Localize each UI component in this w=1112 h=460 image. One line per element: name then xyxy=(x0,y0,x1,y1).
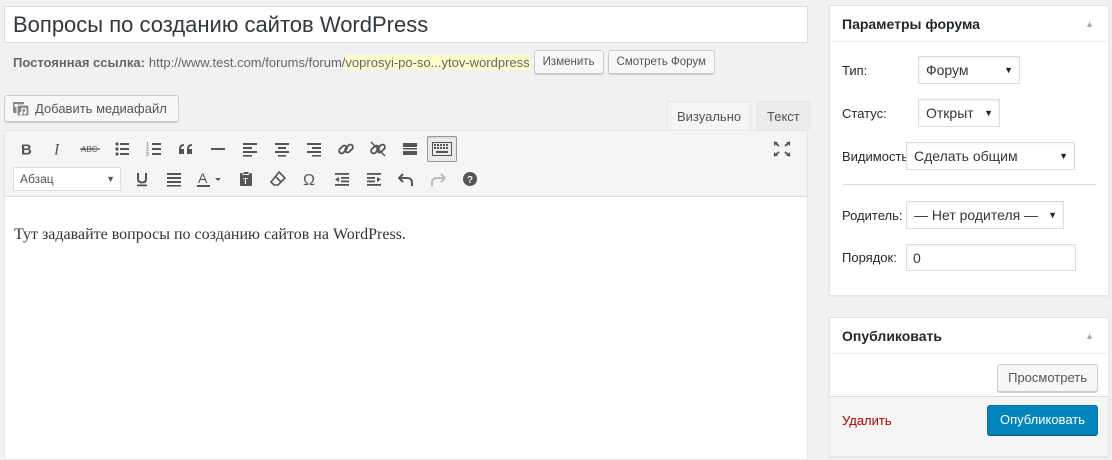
bold-icon[interactable]: B xyxy=(11,136,41,162)
special-character-icon[interactable]: Ω xyxy=(295,166,325,192)
svg-text:I: I xyxy=(53,142,60,158)
justify-icon[interactable] xyxy=(159,166,189,192)
strikethrough-icon[interactable]: ABC xyxy=(75,136,105,162)
permalink-label: Постоянная ссылка: xyxy=(13,54,145,70)
chevron-down-icon: ▼ xyxy=(984,108,993,118)
insert-link-icon[interactable] xyxy=(331,136,361,162)
toolbar-row-1: B I ABC 123 xyxy=(11,134,459,164)
type-row: Тип: Форум ▼ xyxy=(842,56,1020,84)
collapse-arrow-icon[interactable]: ▲ xyxy=(1085,318,1094,354)
parent-select-value: — Нет родителя — xyxy=(914,207,1039,223)
add-media-button[interactable]: Добавить медиафайл xyxy=(4,95,179,122)
editor-content-text: Тут задавайте вопросы по созданию сайтов… xyxy=(14,226,406,243)
type-select[interactable]: Форум ▼ xyxy=(918,56,1020,84)
publish-box: Опубликовать ▲ Просмотреть Удалить Опубл… xyxy=(829,317,1109,457)
permalink-bar: Постоянная ссылка: http://www.test.com/f… xyxy=(13,50,715,74)
indent-icon[interactable] xyxy=(359,166,389,192)
align-center-icon[interactable] xyxy=(267,136,297,162)
status-select-value: Открыт xyxy=(926,105,974,121)
editor-toolbar: B I ABC 123 Абзац ▼ A T Ω ? xyxy=(5,131,807,197)
clear-formatting-icon[interactable] xyxy=(263,166,293,192)
media-icon xyxy=(13,101,30,117)
permalink-base-url[interactable]: http://www.test.com/forums/forum/ xyxy=(149,55,346,70)
read-more-icon[interactable] xyxy=(395,136,425,162)
parent-select[interactable]: — Нет родителя — ▼ xyxy=(906,201,1064,229)
permalink-slug[interactable]: voprosyi-po-so...ytov-wordpress xyxy=(345,54,530,70)
publish-title: Опубликовать xyxy=(842,328,942,344)
outdent-icon[interactable] xyxy=(327,166,357,192)
post-title-box[interactable] xyxy=(4,6,808,43)
edit-permalink-button[interactable]: Изменить xyxy=(533,50,604,74)
chevron-down-icon: ▼ xyxy=(106,174,115,184)
visibility-row: Видимость: Сделать общим ▼ xyxy=(842,142,1075,170)
preview-button[interactable]: Просмотреть xyxy=(997,364,1098,392)
toolbar-row-2: Абзац ▼ A T Ω ? xyxy=(9,164,487,194)
numbered-list-icon[interactable]: 123 xyxy=(139,136,169,162)
text-color-icon[interactable]: A xyxy=(191,166,229,192)
order-label: Порядок: xyxy=(842,250,897,265)
content-editor: B I ABC 123 Абзац ▼ A T Ω ? Тут задавайт… xyxy=(4,130,808,460)
publish-footer: Удалить Опубликовать xyxy=(830,396,1108,456)
status-label: Статус: xyxy=(842,105,887,121)
visibility-label: Видимость: xyxy=(842,148,906,164)
attributes-divider xyxy=(843,184,1096,185)
publish-header[interactable]: Опубликовать ▲ xyxy=(830,318,1108,354)
order-row: Порядок: xyxy=(842,244,1076,271)
visibility-select[interactable]: Сделать общим ▼ xyxy=(906,142,1075,170)
undo-icon[interactable] xyxy=(391,166,421,192)
bullet-list-icon[interactable] xyxy=(107,136,137,162)
forum-attributes-title: Параметры форума xyxy=(842,16,980,32)
underline-icon[interactable] xyxy=(127,166,157,192)
svg-text:T: T xyxy=(243,177,248,186)
horizontal-rule-icon[interactable] xyxy=(203,136,233,162)
tab-text[interactable]: Текст xyxy=(757,101,810,130)
svg-text:A: A xyxy=(198,171,208,186)
status-row: Статус: Открыт ▼ xyxy=(842,99,1000,127)
svg-text:Ω: Ω xyxy=(303,172,315,187)
chevron-down-icon: ▼ xyxy=(1004,65,1013,75)
parent-label: Родитель: xyxy=(842,207,903,223)
order-input[interactable] xyxy=(906,244,1076,271)
visibility-select-value: Сделать общим xyxy=(914,148,1018,164)
fullscreen-icon[interactable] xyxy=(767,136,797,162)
collapse-arrow-icon[interactable]: ▲ xyxy=(1085,6,1094,42)
status-select[interactable]: Открыт ▼ xyxy=(918,99,1000,127)
tab-visual[interactable]: Визуально xyxy=(667,101,752,130)
view-forum-button[interactable]: Смотреть Форум xyxy=(607,50,715,74)
remove-link-icon[interactable] xyxy=(363,136,393,162)
toolbar-toggle-icon[interactable] xyxy=(427,136,457,162)
svg-text:3: 3 xyxy=(146,152,149,157)
format-select[interactable]: Абзац ▼ xyxy=(13,167,121,191)
type-label: Тип: xyxy=(842,62,868,78)
type-select-value: Форум xyxy=(926,62,969,78)
help-icon[interactable]: ? xyxy=(455,166,485,192)
format-select-value: Абзац xyxy=(20,172,54,186)
italic-icon[interactable]: I xyxy=(43,136,73,162)
post-title-input[interactable] xyxy=(5,7,807,42)
chevron-down-icon: ▼ xyxy=(1048,210,1057,220)
forum-attributes-header[interactable]: Параметры форума ▲ xyxy=(830,6,1108,42)
chevron-down-icon: ▼ xyxy=(1059,151,1068,161)
redo-icon[interactable] xyxy=(423,166,453,192)
add-media-label: Добавить медиафайл xyxy=(35,101,167,116)
editor-content-area[interactable]: Тут задавайте вопросы по созданию сайтов… xyxy=(5,197,807,273)
align-left-icon[interactable] xyxy=(235,136,265,162)
align-right-icon[interactable] xyxy=(299,136,329,162)
forum-attributes-box: Параметры форума ▲ Тип: Форум ▼ Статус: … xyxy=(829,5,1109,296)
svg-text:?: ? xyxy=(467,175,473,186)
blockquote-icon[interactable] xyxy=(171,136,201,162)
svg-text:B: B xyxy=(21,142,32,158)
parent-row: Родитель: — Нет родителя — ▼ xyxy=(842,201,1064,229)
delete-link[interactable]: Удалить xyxy=(842,413,892,428)
publish-button[interactable]: Опубликовать xyxy=(986,405,1098,435)
paste-as-text-icon[interactable]: T xyxy=(231,166,261,192)
